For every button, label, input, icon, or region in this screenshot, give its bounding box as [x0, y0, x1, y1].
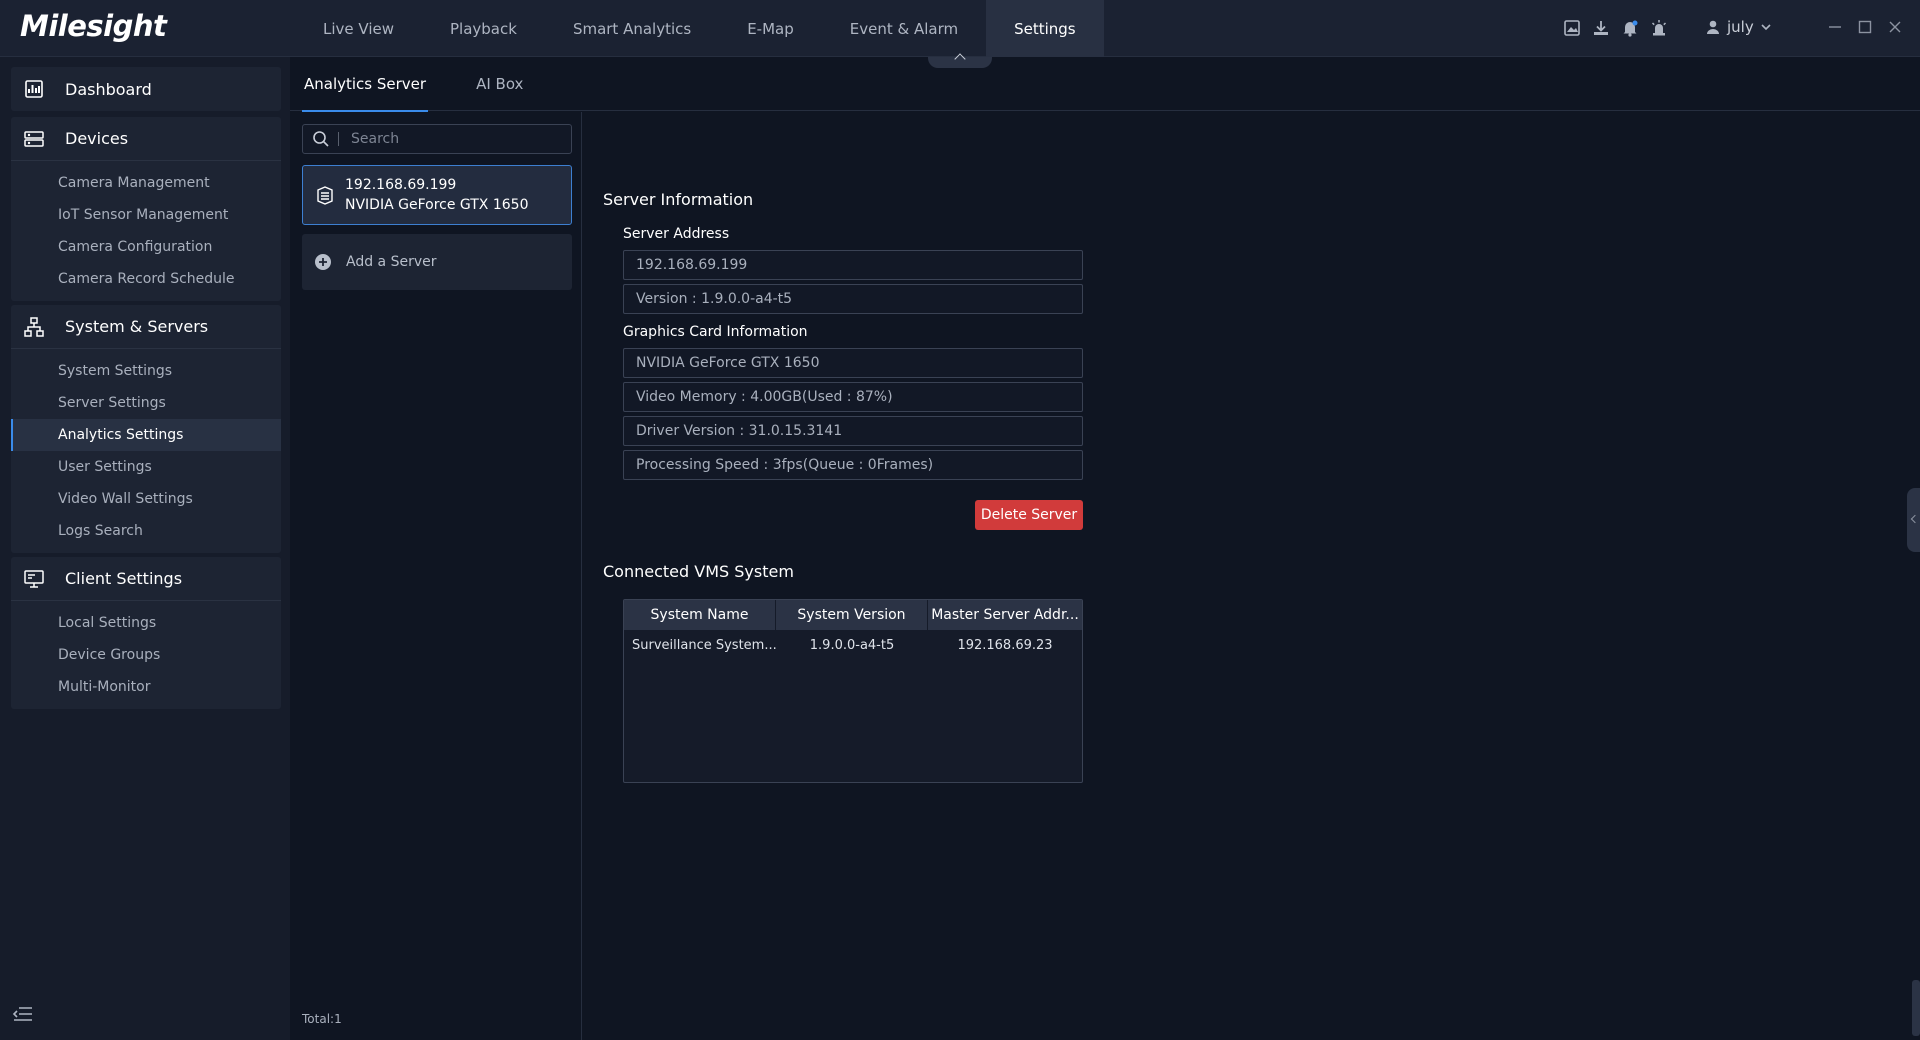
nav-smart-analytics[interactable]: Smart Analytics [545, 0, 719, 57]
sidebar-item-camera-configuration[interactable]: Camera Configuration [11, 231, 281, 263]
sidebar-dashboard: Dashboard [11, 67, 281, 111]
nav-playback[interactable]: Playback [422, 0, 545, 57]
sidebar-item-video-wall-settings[interactable]: Video Wall Settings [11, 483, 281, 515]
top-bar: Milesight Live View Playback Smart Analy… [0, 0, 1920, 57]
sidebar-item-multi-monitor[interactable]: Multi-Monitor [11, 671, 281, 703]
vms-table: System Name System Version Master Server… [623, 599, 1083, 783]
server-total: Total:1 [302, 1012, 342, 1026]
nav-event-alarm[interactable]: Event & Alarm [822, 0, 986, 57]
maximize-icon[interactable] [1856, 18, 1874, 36]
alarm-light-icon[interactable] [1649, 18, 1669, 38]
resize-grip[interactable] [1912, 980, 1920, 1036]
search-box [302, 124, 572, 154]
sidebar-item-server-settings[interactable]: Server Settings [11, 387, 281, 419]
sidebar-label-system-servers: System & Servers [65, 317, 209, 336]
sidebar-item-local-settings[interactable]: Local Settings [11, 607, 281, 639]
window-controls [1826, 18, 1904, 36]
connected-vms-title: Connected VMS System [603, 562, 794, 581]
sidebar-item-dashboard[interactable]: Dashboard [11, 67, 281, 111]
nav-e-map[interactable]: E-Map [719, 0, 822, 57]
column-master-server-address[interactable]: Master Server Addr... [928, 600, 1082, 630]
column-system-version[interactable]: System Version [776, 600, 928, 630]
nav-live-view[interactable]: Live View [295, 0, 422, 57]
sidebar-item-logs-search[interactable]: Logs Search [11, 515, 281, 547]
main-nav: Live View Playback Smart Analytics E-Map… [295, 0, 1104, 57]
server-item-gpu: NVIDIA GeForce GTX 1650 [345, 197, 529, 213]
plus-circle-icon [314, 253, 332, 271]
image-icon[interactable] [1562, 18, 1582, 38]
server-address-field: 192.168.69.199 [623, 250, 1083, 280]
tab-ai-box[interactable]: AI Box [474, 57, 525, 111]
nav-settings[interactable]: Settings [986, 0, 1104, 57]
app-logo: Milesight [20, 9, 167, 43]
chevron-down-icon [1760, 21, 1772, 33]
sidebar-label-devices: Devices [65, 129, 129, 148]
sidebar-item-iot-sensor-management[interactable]: IoT Sensor Management [11, 199, 281, 231]
main-content: Analytics Server AI Box 192.168.69.199 N… [290, 57, 1920, 1040]
table-row[interactable]: Surveillance System... 1.9.0.0-a4-t5 192… [624, 630, 1082, 660]
cell-system-version: 1.9.0.0-a4-t5 [809, 637, 895, 653]
search-icon [312, 130, 330, 148]
tab-bar: Analytics Server AI Box [290, 57, 1920, 112]
gpu-name-field: NVIDIA GeForce GTX 1650 [623, 348, 1083, 378]
collapse-menu-icon[interactable] [12, 1003, 34, 1025]
sidebar-item-analytics-settings[interactable]: Analytics Settings [11, 419, 281, 451]
server-item-ip: 192.168.69.199 [345, 177, 457, 193]
server-address-label: Server Address [623, 226, 730, 242]
cell-system-name: Surveillance System... [632, 637, 776, 653]
search-separator [338, 132, 339, 146]
sidebar-item-user-settings[interactable]: User Settings [11, 451, 281, 483]
column-system-name[interactable]: System Name [624, 600, 776, 630]
user-menu[interactable]: july [1705, 18, 1772, 36]
sidebar-label-dashboard: Dashboard [65, 79, 152, 99]
sidebar-item-system-servers[interactable]: System & Servers [11, 305, 281, 349]
sidebar-client-settings: Client Settings Local Settings Device Gr… [11, 557, 281, 709]
add-server-label: Add a Server [346, 254, 437, 270]
sidebar-item-system-settings[interactable]: System Settings [11, 355, 281, 387]
minimize-icon[interactable] [1826, 18, 1844, 36]
tab-analytics-server[interactable]: Analytics Server [302, 57, 429, 112]
bell-icon[interactable] [1620, 18, 1640, 38]
sidebar-system-servers: System & Servers System Settings Server … [11, 305, 281, 553]
sidebar-item-devices[interactable]: Devices [11, 117, 281, 161]
vms-table-header: System Name System Version Master Server… [624, 600, 1082, 630]
delete-server-button[interactable]: Delete Server [975, 500, 1083, 530]
user-icon [1705, 19, 1721, 35]
server-icon [315, 185, 335, 205]
sidebar-devices: Devices Camera Management IoT Sensor Man… [11, 117, 281, 301]
top-actions [1562, 18, 1669, 38]
server-info-title: Server Information [603, 190, 754, 209]
network-icon [23, 316, 45, 338]
sidebar: Dashboard Devices Camera Management IoT … [0, 57, 290, 1040]
search-input[interactable] [351, 131, 551, 147]
sidebar-item-camera-management[interactable]: Camera Management [11, 167, 281, 199]
right-panel-handle[interactable] [1907, 488, 1920, 552]
download-icon[interactable] [1591, 18, 1611, 38]
devices-icon [23, 128, 45, 150]
monitor-icon [23, 568, 45, 590]
add-server-button[interactable]: Add a Server [302, 234, 572, 290]
sidebar-label-client-settings: Client Settings [65, 569, 183, 588]
chevron-left-icon [1910, 514, 1920, 524]
sidebar-item-camera-record-schedule[interactable]: Camera Record Schedule [11, 263, 281, 295]
processing-speed-field: Processing Speed : 3fps(Queue : 0Frames) [623, 450, 1083, 480]
sidebar-item-client-settings[interactable]: Client Settings [11, 557, 281, 601]
version-field: Version : 1.9.0.0-a4-t5 [623, 284, 1083, 314]
video-memory-field: Video Memory : 4.00GB(Used : 87%) [623, 382, 1083, 412]
sidebar-item-device-groups[interactable]: Device Groups [11, 639, 281, 671]
dashboard-icon [23, 78, 45, 100]
cell-master-server-address: 192.168.69.23 [957, 637, 1053, 653]
driver-version-field: Driver Version : 31.0.15.3141 [623, 416, 1083, 446]
user-name: july [1727, 18, 1754, 36]
server-list-item[interactable]: 192.168.69.199 NVIDIA GeForce GTX 1650 [302, 165, 572, 225]
graphics-card-label: Graphics Card Information [623, 324, 808, 340]
close-icon[interactable] [1886, 18, 1904, 36]
